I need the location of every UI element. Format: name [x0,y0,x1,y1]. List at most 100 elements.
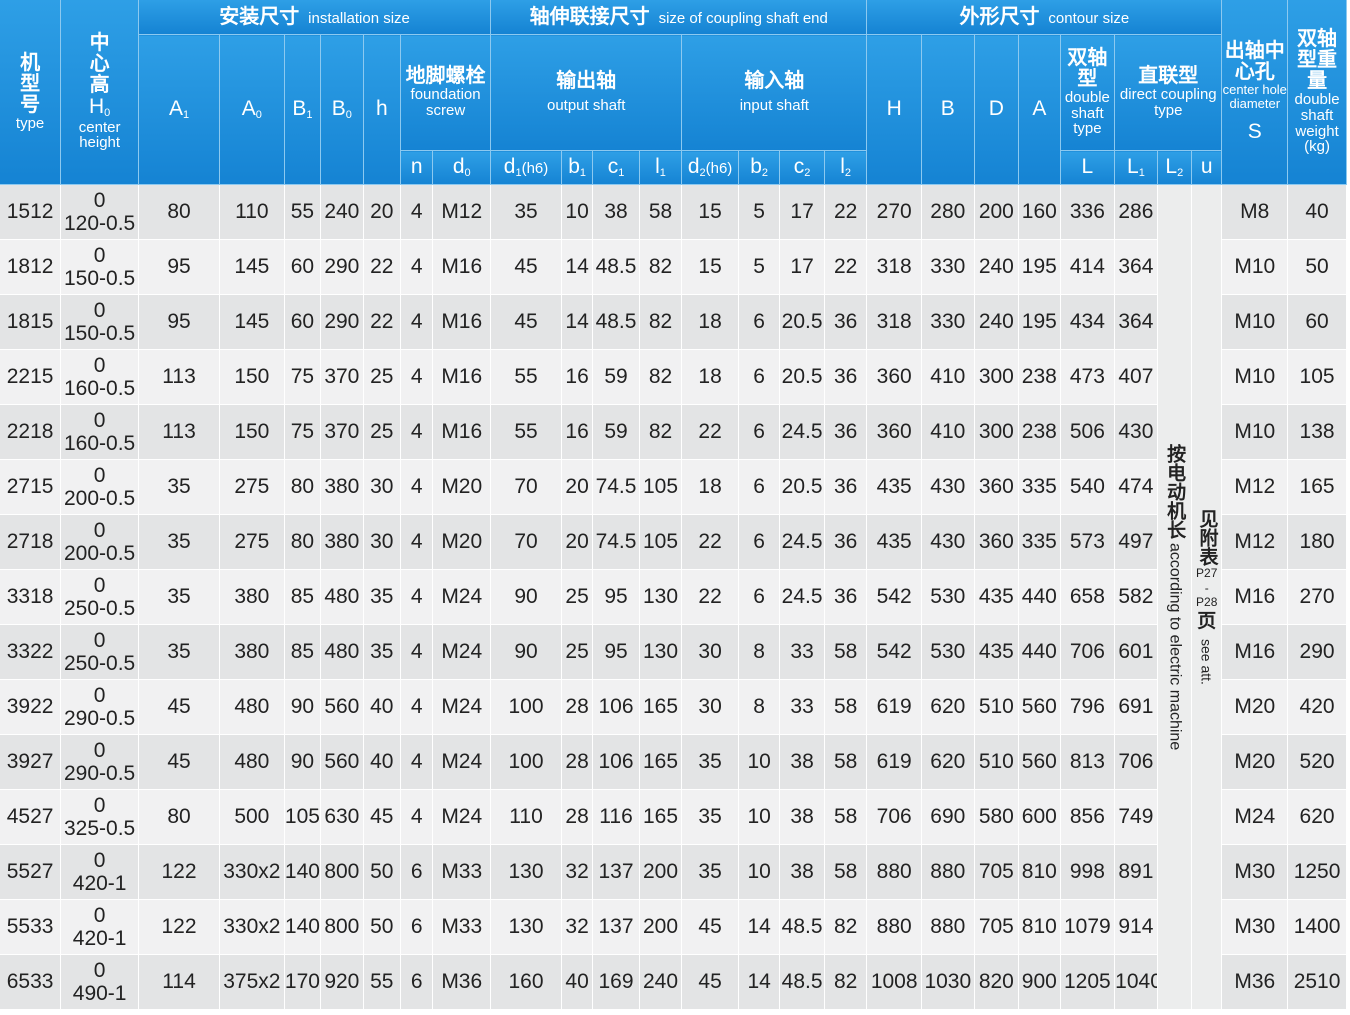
cell-d2: 18 [681,349,739,405]
cell-b1: 40 [561,954,594,1010]
cell-A: 335 [1018,459,1061,515]
cell-A1: 95 [138,239,220,295]
cell-weight: 50 [1287,239,1347,295]
cell-H: 619 [866,679,922,735]
cell-center-height: 0 290-0.5 [60,679,140,735]
cell-d2: 22 [681,514,739,570]
header-h: h [363,34,402,185]
cell-A1: 122 [138,844,220,900]
header-contour-size: 外形尺寸 contour size [866,0,1223,35]
header-l2: l2 [824,150,868,185]
cell-b2: 6 [738,569,781,625]
cell-center-height: 0 250-0.5 [60,569,140,625]
cell-A1: 35 [138,459,220,515]
cell-b2: 8 [738,679,781,735]
cell-A1: 45 [138,734,220,790]
cell-L: 506 [1060,404,1116,460]
cell-l1: 200 [639,899,683,955]
cell-A0: 275 [219,459,285,515]
cell-center-hole: M12 [1221,459,1289,515]
cell-D: 200 [974,184,1020,240]
cell-n: 4 [400,459,434,515]
cell-b2: 14 [738,899,781,955]
header-L1: L1 [1114,150,1158,185]
center-height-value: 120-0.5 [64,212,136,235]
see-page-start: P27 [1196,566,1218,581]
header-u: u [1191,150,1223,185]
cell-L: 856 [1060,789,1116,845]
cell-B0: 290 [320,239,364,295]
cell-H: 435 [866,514,922,570]
cell-B1: 105 [284,789,322,845]
cell-l2: 36 [824,459,868,515]
cell-d1: 100 [490,679,562,735]
cell-L1: 364 [1114,294,1158,350]
header-D: D [974,34,1020,185]
cell-B1: 80 [284,514,322,570]
cell-c2: 20.5 [779,349,825,405]
cell-A: 195 [1018,294,1061,350]
cell-A0: 275 [219,514,285,570]
header-l1: l1 [639,150,683,185]
cell-L1: 601 [1114,624,1158,680]
cell-B: 410 [921,404,975,460]
cell-A1: 95 [138,294,220,350]
cell-b2: 10 [738,844,781,900]
cell-h: 50 [363,844,402,900]
cell-b1: 28 [561,679,594,735]
cell-A: 600 [1018,789,1061,845]
cell-type: 1815 [0,294,62,350]
cell-b1: 25 [561,624,594,680]
cell-B: 410 [921,349,975,405]
cell-B0: 370 [320,404,364,460]
cell-L: 540 [1060,459,1116,515]
cell-A0: 330x2 [219,844,285,900]
cell-center-hole: M16 [1221,569,1289,625]
cell-D: 300 [974,404,1020,460]
cell-n: 4 [400,349,434,405]
cell-l1: 105 [639,514,683,570]
cell-n: 6 [400,954,434,1010]
table-row: 3318 0 250-0.5 35 380 85 480 35 4 M24 90 25 95 130 22 6… [0,569,1347,625]
cell-n: 4 [400,514,434,570]
cell-L1: 497 [1114,514,1158,570]
cell-A: 810 [1018,899,1061,955]
cell-H: 542 [866,569,922,625]
cell-c1: 74.5 [592,459,640,515]
cell-h: 30 [363,514,402,570]
cell-c2: 48.5 [779,954,825,1010]
cell-h: 22 [363,239,402,295]
cell-d0: M16 [432,294,492,350]
cell-b2: 6 [738,404,781,460]
cell-c1: 137 [592,844,640,900]
center-height-value: 250-0.5 [64,652,136,675]
cell-n: 4 [400,679,434,735]
cell-d1: 100 [490,734,562,790]
cell-c2: 38 [779,734,825,790]
cell-b1: 32 [561,844,594,900]
cell-l1: 130 [639,569,683,625]
motor-note-en: according to electric machine [1166,542,1184,751]
cell-c1: 74.5 [592,514,640,570]
cell-h: 30 [363,459,402,515]
cell-L1: 891 [1114,844,1158,900]
cell-L1: 914 [1114,899,1158,955]
cell-weight: 40 [1287,184,1347,240]
cell-L: 336 [1060,184,1116,240]
cell-B: 880 [921,899,975,955]
cell-D: 435 [974,624,1020,680]
cell-l1: 82 [639,294,683,350]
table-row: 2218 0 160-0.5 113 150 75 370 25 4 M16 55 16 59 82 22 6… [0,404,1347,460]
cell-weight: 270 [1287,569,1347,625]
center-height-tolerance: 0 [93,738,106,762]
cell-B0: 480 [320,624,364,680]
header-L: L [1060,150,1116,185]
cell-A0: 375x2 [219,954,285,1010]
center-height-value: 325-0.5 [64,817,136,840]
table-row: 2718 0 200-0.5 35 275 80 380 30 4 M20 70 20 74.5 105 2… [0,514,1347,570]
center-height-value: 200-0.5 [64,542,136,565]
cell-weight: 165 [1287,459,1347,515]
cell-l1: 165 [639,789,683,845]
cell-center-height: 0 150-0.5 [60,294,140,350]
header-B0: B0 [320,34,364,185]
